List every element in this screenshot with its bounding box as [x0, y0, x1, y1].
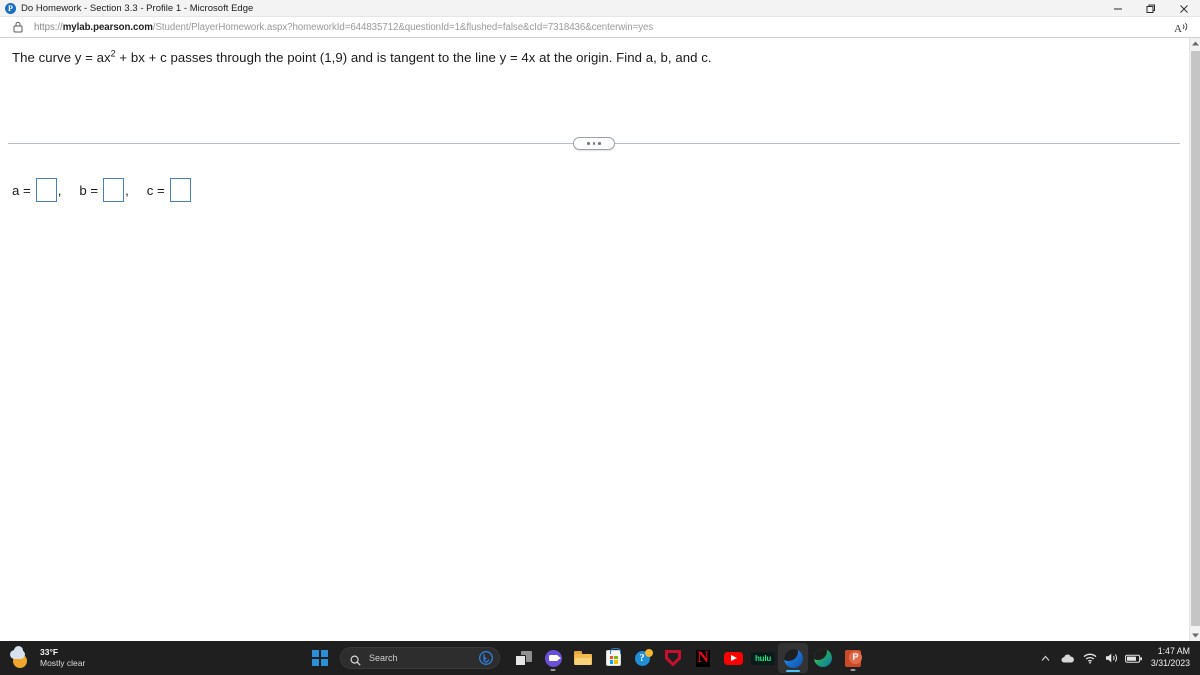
- search-icon: [350, 653, 361, 666]
- browser-address-bar[interactable]: https://mylab.pearson.com/Student/Player…: [0, 17, 1200, 38]
- window-controls: [1101, 0, 1200, 17]
- dot-3-icon: [598, 142, 601, 145]
- volume-tray-button[interactable]: [1101, 644, 1123, 672]
- restore-icon: [1146, 4, 1155, 13]
- question-prompt: The curve y = ax2 + bx + c passes throug…: [12, 49, 712, 65]
- taskbar-clock[interactable]: 1:47 AM 3/31/2023: [1151, 646, 1190, 670]
- file-explorer-icon: [574, 651, 592, 665]
- label-a: a =: [12, 182, 31, 198]
- powerpoint-glyph: P: [849, 650, 862, 664]
- close-button[interactable]: [1167, 0, 1200, 17]
- close-icon: [1179, 4, 1188, 13]
- system-tray: 1:47 AM 3/31/2023: [1035, 641, 1200, 675]
- weather-temperature: 33°F: [40, 647, 59, 658]
- powerpoint-icon: P: [845, 649, 862, 667]
- question-prefix: The curve y = ax: [12, 50, 111, 65]
- windows-logo-icon: [312, 650, 328, 666]
- speaker-icon: [1105, 653, 1117, 663]
- chevron-up-icon: [1192, 41, 1199, 46]
- taskbar-app-hulu[interactable]: hulu: [748, 643, 778, 673]
- taskbar-app-microsoft-store[interactable]: [598, 643, 628, 673]
- cloud-icon: [1061, 654, 1074, 662]
- scroll-up-button[interactable]: [1190, 38, 1200, 49]
- onedrive-tray-button[interactable]: [1057, 644, 1079, 672]
- battery-tray-button[interactable]: [1123, 644, 1145, 672]
- answer-separator-1: ,: [57, 182, 62, 198]
- label-b: b =: [79, 182, 99, 198]
- clock-time: 1:47 AM: [1157, 646, 1190, 657]
- answer-separator-2: ,: [125, 182, 129, 198]
- read-aloud-icon[interactable]: A: [1172, 18, 1192, 36]
- browser-window: P Do Homework - Section 3.3 - Profile 1 …: [0, 0, 1200, 675]
- question-suffix: + bx + c passes through the point (1,9) …: [115, 50, 712, 65]
- taskbar-search-box[interactable]: Search: [340, 647, 500, 669]
- pearson-favicon-icon: P: [5, 2, 16, 14]
- minimize-button[interactable]: [1101, 0, 1134, 17]
- dot-2-icon: [592, 142, 596, 145]
- taskbar-weather-widget[interactable]: 33°F Mostly clear: [10, 646, 85, 668]
- lock-icon: [12, 21, 23, 33]
- moon-cloud-icon: [10, 646, 32, 668]
- maximize-restore-button[interactable]: [1134, 0, 1167, 17]
- page-scrollbar[interactable]: [1189, 38, 1200, 641]
- answer-input-a[interactable]: [35, 178, 57, 202]
- chevron-up-icon: [1041, 655, 1050, 661]
- taskbar-app-youtube[interactable]: [718, 643, 748, 673]
- url-path: /Student/PlayerHomework.aspx?homeworkId=…: [152, 21, 654, 33]
- scrollbar-thumb[interactable]: [1191, 51, 1200, 626]
- hulu-icon: hulu: [751, 651, 775, 665]
- url-domain: mylab.pearson.com: [62, 21, 153, 33]
- taskbar-center-group: Search ? N hulu P: [306, 641, 868, 675]
- taskbar-app-netflix[interactable]: N: [688, 643, 718, 673]
- taskbar-app-mcafee[interactable]: [658, 643, 688, 673]
- label-c: c =: [146, 182, 165, 198]
- dot-1-icon: [587, 142, 590, 145]
- mcafee-shield-icon: [665, 649, 681, 667]
- taskbar-app-microsoft-edge-dev[interactable]: [808, 643, 838, 673]
- address-bar-url[interactable]: https://mylab.pearson.com/Student/Player…: [34, 22, 653, 33]
- microsoft-teams-icon: [544, 649, 562, 667]
- taskbar-app-task-view[interactable]: [508, 643, 538, 673]
- svg-text:A: A: [1174, 23, 1182, 34]
- taskbar-app-get-help[interactable]: ?: [628, 643, 658, 673]
- taskbar-app-powerpoint[interactable]: P: [838, 643, 868, 673]
- answer-input-c[interactable]: [169, 178, 191, 202]
- url-protocol: https://: [34, 21, 63, 33]
- search-placeholder-text: Search: [369, 653, 398, 663]
- taskbar-app-microsoft-edge[interactable]: [778, 643, 808, 673]
- answer-field-a: a =: [12, 178, 57, 202]
- youtube-icon: [723, 651, 743, 665]
- clock-date: 3/31/2023: [1150, 658, 1190, 668]
- answer-field-c: c =: [147, 178, 191, 202]
- divider-drag-handle[interactable]: [573, 137, 615, 150]
- show-hidden-icons-button[interactable]: [1035, 644, 1057, 672]
- minimize-icon: [1113, 8, 1122, 9]
- wifi-tray-button[interactable]: [1079, 644, 1101, 672]
- microsoft-edge-dev-icon: [814, 649, 832, 667]
- microsoft-store-icon: [605, 648, 621, 666]
- answer-field-b: b =: [79, 178, 125, 202]
- start-button[interactable]: [306, 644, 334, 672]
- microsoft-edge-icon: [783, 648, 803, 668]
- weather-text: 33°F Mostly clear: [40, 647, 85, 668]
- battery-icon: [1124, 654, 1142, 663]
- window-titlebar: P Do Homework - Section 3.3 - Profile 1 …: [0, 0, 1200, 17]
- answer-entry-row: a = , b = , c =: [12, 178, 191, 202]
- homework-question-panel: The curve y = ax2 + bx + c passes throug…: [0, 38, 1189, 641]
- taskbar-app-microsoft-teams[interactable]: [538, 643, 568, 673]
- task-view-icon: [514, 650, 532, 666]
- windows-taskbar: 33°F Mostly clear Search ? N hulu P 1:47…: [0, 641, 1200, 675]
- wifi-icon: [1083, 653, 1097, 664]
- chevron-down-icon: [1192, 633, 1199, 638]
- taskbar-app-file-explorer[interactable]: [568, 643, 598, 673]
- answer-input-b[interactable]: [103, 178, 125, 202]
- window-title: Do Homework - Section 3.3 - Profile 1 - …: [21, 2, 254, 14]
- bing-copilot-icon[interactable]: [479, 651, 493, 665]
- question-divider: [8, 137, 1180, 150]
- weather-condition: Mostly clear: [40, 658, 86, 668]
- scroll-down-button[interactable]: [1190, 630, 1200, 641]
- page-content-area: The curve y = ax2 + bx + c passes throug…: [0, 38, 1200, 641]
- netflix-icon: N: [696, 649, 710, 667]
- get-help-icon: ?: [634, 648, 653, 667]
